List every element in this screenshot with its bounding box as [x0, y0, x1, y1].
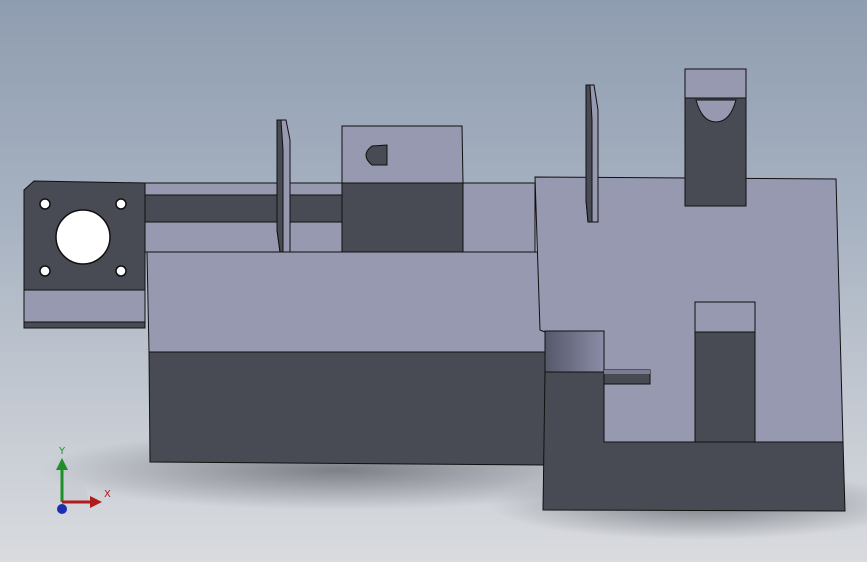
axis-triad[interactable]: Y X [40, 440, 130, 520]
right-disc-edge [585, 84, 593, 223]
bearing-block-front[interactable] [341, 182, 464, 253]
rail-slot[interactable] [144, 194, 346, 223]
left-disc-edge [276, 119, 284, 253]
u-left-post-top[interactable] [544, 330, 605, 373]
flange-hole[interactable] [39, 198, 51, 210]
graphics-viewport[interactable]: Y X [0, 0, 867, 562]
flange-hole[interactable] [39, 265, 51, 277]
flange-hole[interactable] [115, 198, 127, 210]
u-right-post-top[interactable] [694, 301, 756, 333]
support-block-top[interactable] [684, 68, 747, 99]
triad-plane-icon [62, 479, 88, 502]
main-block-front[interactable] [148, 351, 546, 466]
x-axis-label: X [104, 489, 111, 500]
flange-hole[interactable] [115, 265, 127, 277]
x-axis-arrow [90, 496, 102, 508]
bearing-block-top[interactable] [341, 125, 464, 184]
main-block-top[interactable] [146, 251, 546, 353]
flange-bore[interactable] [55, 209, 111, 265]
alignment-pin-highlight [604, 370, 650, 374]
y-axis-label: Y [58, 446, 66, 457]
motor-flange-edge [23, 321, 146, 329]
bearing-block-hole[interactable] [365, 144, 388, 166]
u-right-post-front[interactable] [694, 331, 756, 443]
z-axis-dot [57, 504, 67, 514]
y-axis-arrow [56, 458, 68, 470]
cad-model[interactable] [0, 0, 867, 562]
